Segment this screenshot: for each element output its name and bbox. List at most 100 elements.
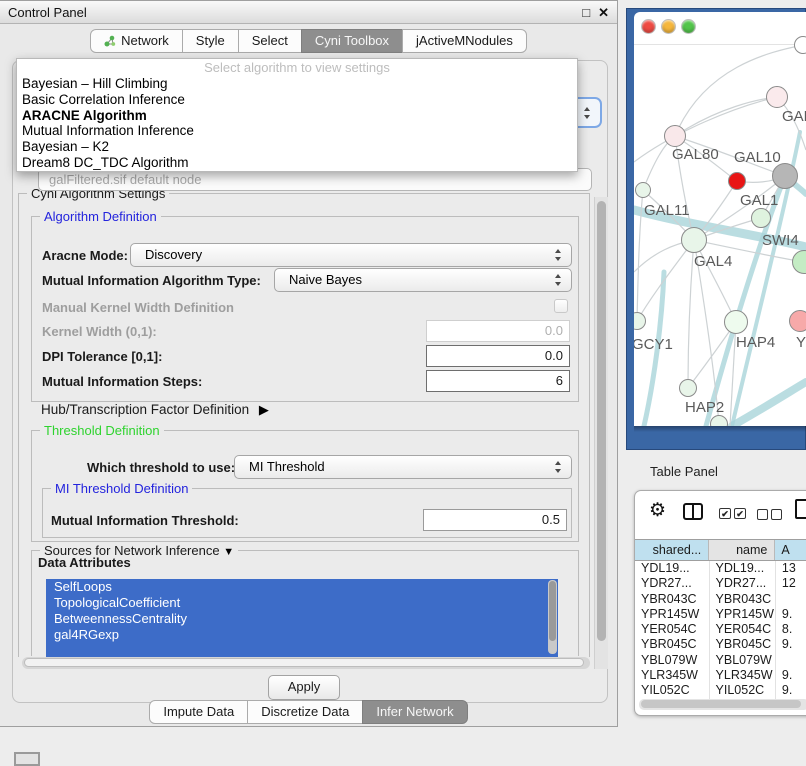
zoom-traffic-light[interactable]	[682, 20, 695, 33]
top-tab-bar: NetworkStyle Select Cyni Toolbox jActiveMNo…	[0, 29, 617, 53]
node-label-swi4: SWI4	[762, 232, 799, 249]
algorithm-option-basic-correlation-inference[interactable]: Basic Correlation Inference	[17, 92, 577, 108]
cell-8-0: YIL052C	[635, 683, 710, 698]
mi-type-combo[interactable]: Naive Bayes	[274, 268, 572, 292]
table-row-7[interactable]: YLR345WYLR345W9.	[635, 668, 806, 683]
column-header-name[interactable]: name	[709, 540, 775, 560]
node-y-pink[interactable]	[789, 310, 806, 332]
threshold-definition-group: Threshold Definition Which threshold to …	[31, 430, 579, 542]
algorithm-option-aracne-algorithm[interactable]: ARACNE Algorithm	[17, 108, 577, 124]
table-row-0[interactable]: YDL19...YDL19...13	[635, 561, 806, 576]
aracne-mode-combo[interactable]: Discovery	[130, 243, 572, 267]
dpi-tolerance-label: DPI Tolerance [0,1]:	[42, 349, 162, 364]
column-header-shared[interactable]: shared...	[635, 540, 709, 560]
node-gal1[interactable]	[751, 208, 771, 228]
node-gal-pink[interactable]	[766, 86, 788, 108]
algorithm-dropdown-prompt: Select algorithm to view settings	[17, 59, 577, 76]
tab-cyni-toolbox-label: Cyni Toolbox	[315, 30, 389, 52]
collapsed-panel-icon[interactable]	[14, 752, 40, 766]
table-row-1[interactable]: YDR27...YDR27...12	[635, 576, 806, 591]
table-row-2[interactable]: YBR043CYBR043C	[635, 592, 806, 607]
cell-2-0: YBR043C	[635, 592, 710, 607]
scrollbar-thumb[interactable]	[641, 700, 801, 708]
table-row-8[interactable]: YIL052CYIL052C9.	[635, 683, 806, 698]
table-row-5[interactable]: YBR045CYBR045C9.	[635, 637, 806, 652]
tab-style[interactable]: Style	[182, 29, 239, 53]
table-row-6[interactable]: YBL079WYBL079W	[635, 653, 806, 668]
node-label-gal10: GAL10	[734, 149, 781, 166]
node-gal4[interactable]	[681, 227, 707, 253]
algorithm-option-dream8-dc-tdc-algorithm[interactable]: Dream8 DC_TDC Algorithm	[17, 155, 577, 171]
tab-select-label: Select	[252, 30, 288, 52]
attribute-item-selfloops[interactable]: SelfLoops	[46, 579, 558, 595]
bottom-tab-infer-network[interactable]: Infer Network	[362, 700, 467, 724]
cell-3-0: YPR145W	[635, 607, 710, 622]
split-columns-icon[interactable]	[683, 503, 703, 520]
unchecked-box-icon	[771, 509, 782, 520]
cell-3-2: 9.	[776, 607, 806, 622]
algorithm-option-bayesian-k2[interactable]: Bayesian – K2	[17, 139, 577, 155]
node-partial-bottom[interactable]	[710, 415, 728, 426]
minimize-traffic-light[interactable]	[662, 20, 675, 33]
bottom-tab-discretize-data[interactable]: Discretize Data	[247, 700, 363, 724]
float-panel-icon[interactable]: □	[582, 6, 590, 19]
which-threshold-combo[interactable]: MI Threshold	[234, 455, 572, 479]
attribute-item-gal4rgexp[interactable]: gal4RGexp	[46, 627, 558, 643]
settings-vertical-scrollbar[interactable]	[594, 197, 608, 669]
table-row-4[interactable]: YER054CYER054C8.	[635, 622, 806, 637]
node-gal10[interactable]	[772, 163, 798, 189]
aracne-mode-label: Aracne Mode:	[42, 248, 128, 263]
node-hap2[interactable]	[679, 379, 697, 397]
node-partial-top[interactable]	[794, 36, 806, 54]
attribute-list-scrollbar[interactable]	[548, 580, 557, 654]
scrollbar-thumb[interactable]	[597, 201, 606, 641]
tab-jactivemnodules[interactable]: jActiveMNodules	[402, 29, 527, 53]
desktop: { "control_panel": { "title": "Control P…	[0, 0, 806, 762]
sources-group: Sources for Network Inference ▼ Data Att…	[31, 550, 579, 656]
checked-box-icon: ✔	[734, 508, 746, 519]
mi-steps-label: Mutual Information Steps:	[42, 374, 202, 389]
deselect-all-checkboxes-icon[interactable]	[757, 509, 782, 520]
mi-type-label: Mutual Information Algorithm Type:	[42, 273, 261, 288]
attribute-item-betweennesscentrality[interactable]: BetweennessCentrality	[46, 611, 558, 627]
gear-icon[interactable]: ⚙	[649, 501, 666, 520]
hub-definition-toggle[interactable]: Hub/Transcription Factor Definition ▶	[41, 402, 269, 418]
select-all-checkboxes-icon[interactable]: ✔ ✔	[719, 508, 746, 519]
close-traffic-light[interactable]	[642, 20, 655, 33]
node-gal11[interactable]	[635, 182, 651, 198]
node-label-hap2: HAP2	[685, 399, 724, 416]
cell-4-0: YER054C	[635, 622, 710, 637]
attribute-item-topologicalcoefficient[interactable]: TopologicalCoefficient	[46, 595, 558, 611]
algorithm-definition-group: Algorithm Definition Aracne Mode: Discov…	[31, 216, 579, 402]
cell-6-1: YBL079W	[710, 653, 776, 668]
node-gal80[interactable]	[664, 125, 686, 147]
node-hap4[interactable]	[724, 310, 748, 334]
scrollbar-thumb[interactable]	[24, 658, 584, 667]
algorithm-definition-title: Algorithm Definition	[40, 209, 161, 224]
document-icon[interactable]	[795, 499, 806, 519]
table-horizontal-scrollbar[interactable]	[639, 699, 806, 710]
tab-cyni-toolbox[interactable]: Cyni Toolbox	[301, 29, 403, 53]
scrollbar-thumb[interactable]	[549, 581, 556, 641]
table-row-3[interactable]: YPR145WYPR145W9.	[635, 607, 806, 622]
algorithm-option-mutual-information-inference[interactable]: Mutual Information Inference	[17, 123, 577, 139]
settings-horizontal-scrollbar[interactable]	[22, 657, 590, 669]
mi-threshold-field[interactable]: 0.5	[423, 509, 567, 531]
column-header-a[interactable]: A	[775, 540, 806, 560]
cell-4-1: YER054C	[710, 622, 776, 637]
stepper-icon	[555, 461, 562, 473]
bottom-tab-impute-data[interactable]: Impute Data	[149, 700, 248, 724]
algorithm-option-bayesian-hill-climbing[interactable]: Bayesian – Hill Climbing	[17, 76, 577, 92]
apply-button[interactable]: Apply	[268, 675, 340, 700]
node-red-node[interactable]	[728, 172, 746, 190]
network-canvas[interactable]: GALGAL80GAL10GAL11GAL1SWI4GAL4GCY1HAP4YH…	[634, 12, 806, 426]
close-panel-icon[interactable]: ✕	[598, 6, 609, 19]
dpi-tolerance-field[interactable]: 0.0	[426, 345, 570, 367]
tab-select[interactable]: Select	[238, 29, 302, 53]
mi-type-value: Naive Bayes	[289, 269, 362, 291]
mi-threshold-group: MI Threshold Definition Mutual Informati…	[42, 488, 572, 538]
mi-steps-field[interactable]: 6	[426, 370, 570, 392]
node-label-gal4: GAL4	[694, 253, 732, 270]
bottom-tab-bar: Impute DataDiscretize DataInfer Network	[0, 700, 617, 724]
tab-network[interactable]: Network	[90, 29, 183, 53]
